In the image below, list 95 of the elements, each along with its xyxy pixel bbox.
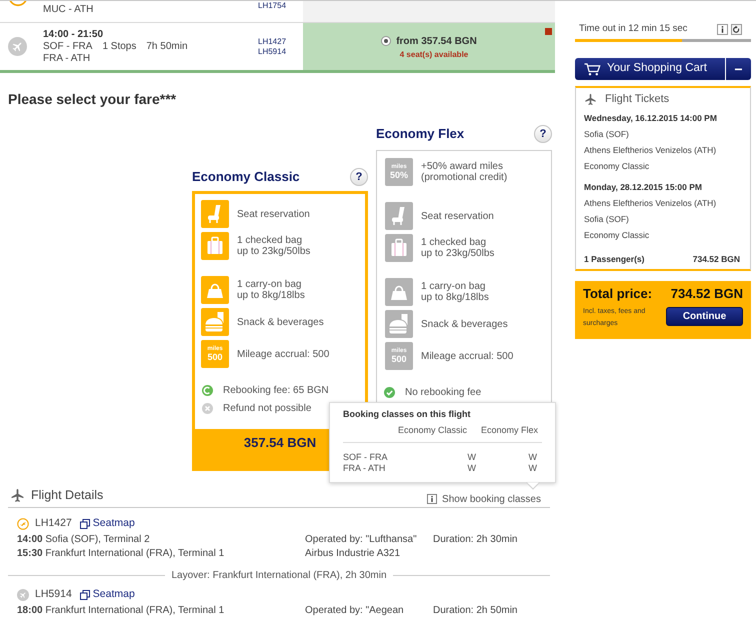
flight-duration: Duration: 2h 50min bbox=[433, 604, 518, 618]
trip-date: Monday, 28.12.2015 15:00 PM bbox=[584, 181, 703, 194]
seat-icon bbox=[201, 200, 229, 228]
help-button[interactable]: ? bbox=[350, 168, 368, 186]
cart-subtotal: 734.52 BGN bbox=[692, 253, 740, 266]
column-header: Economy Classic bbox=[398, 424, 468, 436]
price-cell[interactable]: from 357.54 BGN 4 seat(s) available bbox=[303, 23, 555, 70]
suitcase-icon bbox=[385, 234, 413, 262]
class-cell-text: W bbox=[528, 452, 538, 463]
feature-text: 1 checked bag up to 23kg/50lbs bbox=[421, 237, 494, 259]
total-amount: 734.52 BGN bbox=[670, 285, 743, 303]
seats-available-text: 4 seat(s) available bbox=[400, 50, 468, 60]
seatmap-icon bbox=[80, 590, 90, 600]
info-icon[interactable] bbox=[717, 24, 728, 34]
currency-icon bbox=[202, 384, 213, 396]
class-cell-text: W bbox=[466, 463, 477, 474]
flight-number: LH1427 bbox=[258, 36, 288, 46]
continue-button[interactable]: Continue bbox=[666, 307, 743, 326]
feature-text: Mileage accrual: 500 bbox=[237, 348, 330, 360]
flight-number: LH1427 bbox=[35, 516, 72, 532]
route-text: MUC - ATH bbox=[43, 4, 94, 16]
section-title: Flight Details bbox=[31, 486, 104, 504]
seatmap-link[interactable]: Seatmap bbox=[80, 587, 135, 603]
logo-arc-icon bbox=[8, 1, 28, 7]
itinerary-line: 15:30 Frankfurt International (FRA), Terminal 1 bbox=[17, 547, 226, 561]
flight-info: Operated by: "Lufthansa" bbox=[305, 533, 418, 547]
plane-icon bbox=[17, 589, 29, 601]
trip-fare: Economy Classic bbox=[584, 160, 650, 173]
fare-heading: Please select your fare*** bbox=[8, 90, 178, 108]
flight-number: LH5914 bbox=[258, 46, 288, 56]
radio-button[interactable] bbox=[381, 36, 392, 46]
suitcase-icon bbox=[201, 232, 229, 260]
trip-origin: Sofia (SOF) bbox=[584, 128, 630, 141]
trip-origin: Athens Eleftherios Venizelos (ATH) bbox=[584, 197, 718, 210]
route-text: FRA - ATH bbox=[43, 52, 92, 64]
trip-fare: Economy Classic bbox=[584, 229, 650, 242]
trip-destination: Athens Eleftherios Venizelos (ATH) bbox=[584, 144, 718, 157]
route-text: SOF - FRA bbox=[43, 40, 92, 52]
collapse-button[interactable]: − bbox=[726, 58, 751, 80]
cross-icon bbox=[202, 402, 213, 414]
feature-text: Seat reservation bbox=[237, 208, 310, 220]
feature-text: Mileage accrual: 500 bbox=[421, 350, 514, 362]
cart-section-title: Flight Tickets bbox=[605, 92, 670, 107]
feature-text: Seat reservation bbox=[421, 210, 494, 222]
class-cell-text: W bbox=[466, 452, 477, 463]
layover-text: Layover: Frankfurt International (FRA), 2h 30min bbox=[171, 568, 387, 582]
feature-text: Snack & beverages bbox=[237, 316, 324, 328]
bird-logo-icon bbox=[17, 518, 29, 530]
flight-times: 14:00 - 21:50 bbox=[43, 28, 104, 40]
duration-text: 7h 50min bbox=[146, 40, 188, 52]
fare-price-text: from 357.54 BGN bbox=[396, 34, 477, 48]
fare-name: Economy Flex bbox=[376, 125, 464, 144]
passenger-count: 1 Passenger(s) bbox=[584, 253, 644, 266]
flight-number: LH1754 bbox=[258, 1, 288, 11]
flight-info: Airbus Industrie A321 bbox=[305, 547, 402, 561]
condition-text: Refund not possible bbox=[223, 402, 312, 416]
plane-icon bbox=[584, 92, 597, 106]
check-icon bbox=[384, 386, 395, 398]
seatmap-link[interactable]: Seatmap bbox=[80, 516, 135, 532]
fare-name: Economy Classic bbox=[192, 168, 300, 186]
plane-icon bbox=[8, 37, 27, 56]
class-cell-text: W bbox=[528, 463, 538, 474]
flight-info: Operated by: "Aegean bbox=[305, 604, 405, 618]
plane-icon bbox=[10, 488, 25, 502]
handbag-icon bbox=[385, 278, 413, 306]
corner-marker-icon bbox=[545, 28, 552, 35]
feature-text: Snack & beverages bbox=[421, 318, 508, 330]
feature-text: 1 checked bag up to 23kg/50lbs bbox=[237, 235, 310, 257]
shopping-cart-button[interactable]: Your Shopping Cart bbox=[575, 58, 725, 80]
meal-icon bbox=[201, 308, 229, 336]
info-icon bbox=[427, 494, 438, 504]
trip-destination: Sofia (SOF) bbox=[584, 213, 630, 226]
feature-text: 1 carry-on bag up to 8kg/18lbs bbox=[421, 281, 489, 303]
feature-text: 1 carry-on bag up to 8kg/18lbs bbox=[237, 279, 305, 301]
trip-date: Wednesday, 16.12.2015 14:00 PM bbox=[584, 112, 718, 125]
flight-duration: Duration: 2h 30min bbox=[433, 533, 518, 547]
flight-number: LH5914 bbox=[35, 587, 72, 602]
meal-icon bbox=[385, 310, 413, 338]
column-header: Economy Flex bbox=[481, 424, 540, 436]
seat-icon bbox=[385, 202, 413, 230]
price-cell[interactable] bbox=[303, 1, 555, 22]
show-booking-classes-link[interactable]: Show booking classes bbox=[427, 492, 541, 506]
cart-icon bbox=[584, 62, 601, 76]
refresh-icon[interactable] bbox=[731, 24, 742, 34]
itinerary-line: 18:00 Frankfurt International (FRA), Terminal 1 bbox=[17, 604, 226, 618]
handbag-icon bbox=[201, 276, 229, 304]
itinerary-line: 14:00 Sofia (SOF), Terminal 2 bbox=[17, 533, 151, 547]
help-button[interactable]: ? bbox=[534, 125, 552, 143]
stops-text: 1 Stops bbox=[102, 40, 136, 52]
timeout-text: Time out in 12 min 15 sec bbox=[579, 22, 688, 36]
seatmap-icon bbox=[80, 519, 90, 529]
condition-text: Rebooking fee: 65 BGN bbox=[223, 384, 329, 398]
total-label: Total price: bbox=[583, 285, 652, 303]
feature-text: +50% award miles (promotional credit) bbox=[421, 161, 508, 183]
condition-text: No rebooking fee bbox=[405, 386, 482, 400]
